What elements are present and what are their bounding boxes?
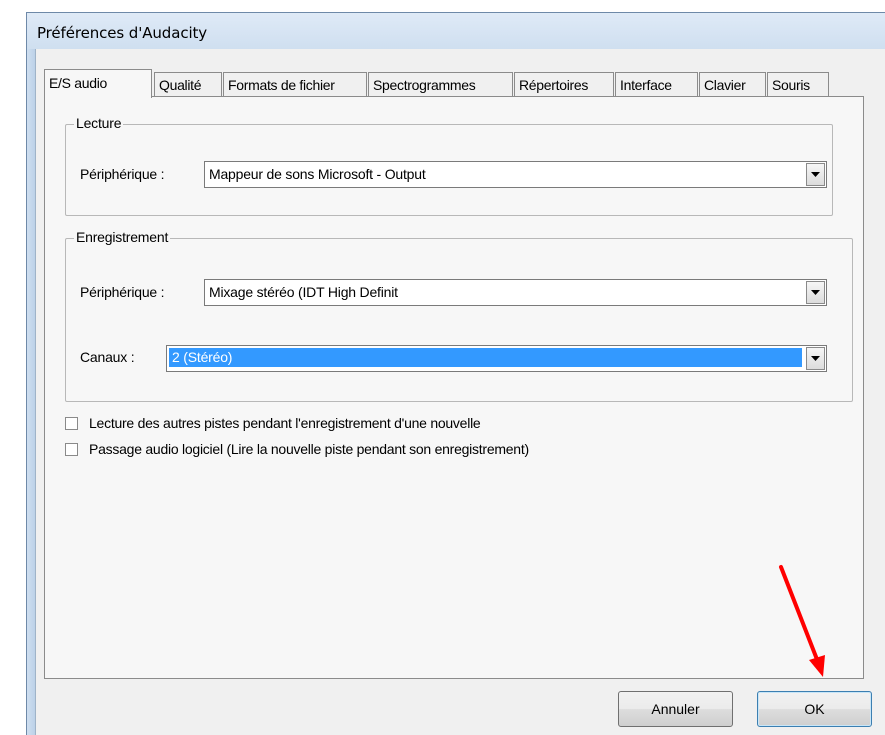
playback-group-label: Lecture [74, 115, 124, 131]
chevron-down-icon [811, 356, 820, 361]
window-title: Préférences d'Audacity [37, 24, 208, 42]
recording-group-label: Enregistrement [74, 229, 171, 245]
option-software-playthrough-label[interactable]: Passage audio logiciel (Lire la nouvelle… [89, 441, 529, 457]
playback-device-value: Mappeur de sons Microsoft - Output [209, 166, 426, 182]
playback-dropdown-button[interactable] [806, 163, 825, 186]
tab-quality[interactable]: Qualité [154, 72, 222, 96]
playback-device-label: Périphérique : [80, 166, 165, 182]
chevron-down-icon [811, 172, 820, 177]
tab-strip: E/S audio Qualité Formats de fichier Spe… [44, 69, 864, 98]
preferences-window: Préférences d'Audacity E/S audio Qualité… [26, 12, 885, 735]
checkbox-software-playthrough[interactable] [65, 443, 78, 456]
channels-dropdown-button[interactable] [806, 347, 825, 370]
channels-value: 2 (Stéréo) [169, 348, 802, 367]
tab-panel-audio-io: Lecture Périphérique : Mappeur de sons M… [44, 96, 864, 679]
cancel-button[interactable]: Annuler [618, 691, 733, 727]
option-play-other-tracks-label[interactable]: Lecture des autres pistes pendant l'enre… [89, 415, 481, 431]
recording-device-label: Périphérique : [80, 284, 165, 300]
playback-group: Lecture Périphérique : Mappeur de sons M… [65, 115, 833, 216]
recording-device-select[interactable]: Mixage stéréo (IDT High Definit [204, 279, 827, 306]
channels-select[interactable]: 2 (Stéréo) [166, 345, 827, 372]
channels-label: Canaux : [80, 349, 135, 365]
recording-dropdown-button[interactable] [806, 281, 825, 304]
recording-group: Enregistrement Périphérique : Mixage sté… [65, 229, 853, 402]
tab-file-formats[interactable]: Formats de fichier [223, 72, 367, 96]
tab-audio-io[interactable]: E/S audio [44, 69, 152, 98]
window-left-frame [27, 49, 35, 735]
playback-device-select[interactable]: Mappeur de sons Microsoft - Output [204, 161, 827, 188]
tab-mouse[interactable]: Souris [767, 72, 829, 96]
checkbox-play-other-tracks[interactable] [65, 417, 78, 430]
dialog-client-area: E/S audio Qualité Formats de fichier Spe… [35, 49, 885, 735]
tab-directories[interactable]: Répertoires [514, 72, 614, 96]
tab-spectrograms[interactable]: Spectrogrammes [368, 72, 513, 96]
recording-device-value: Mixage stéréo (IDT High Definit [209, 284, 398, 300]
tab-interface[interactable]: Interface [615, 72, 698, 96]
ok-button[interactable]: OK [757, 691, 872, 727]
chevron-down-icon [811, 290, 820, 295]
tab-keyboard[interactable]: Clavier [699, 72, 766, 96]
